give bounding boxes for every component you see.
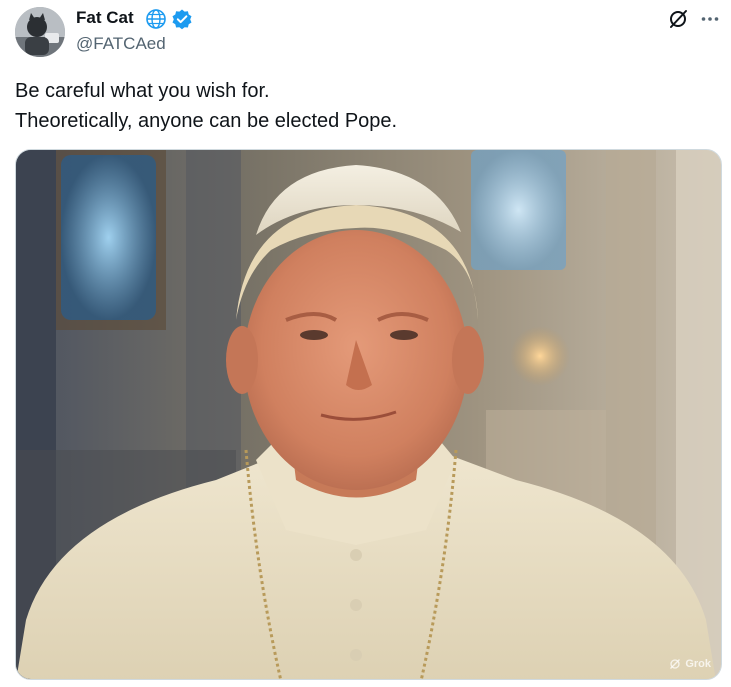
more-options-button[interactable] <box>697 6 723 32</box>
cat-avatar-icon <box>15 7 65 57</box>
tweet-text-line-1: Be careful what you wish for. <box>15 80 270 102</box>
avatar[interactable] <box>15 7 65 57</box>
tweet-text: Be careful what you wish for. Theoretica… <box>15 76 397 136</box>
tweet-media-image[interactable]: Grok <box>15 149 722 680</box>
watermark-label: Grok <box>685 658 711 670</box>
globe-icon <box>145 8 167 30</box>
grok-icon <box>670 659 681 669</box>
grok-slash-icon[interactable] <box>665 6 691 32</box>
author-handle[interactable]: @FATCAed <box>76 33 166 55</box>
author-display-name[interactable]: Fat Cat <box>76 7 134 29</box>
verified-badge-icon[interactable] <box>171 8 193 30</box>
photo-pope-portrait <box>16 150 721 679</box>
more-horizontal-icon <box>701 17 719 21</box>
tweet-text-line-2: Theoretically, anyone can be elected Pop… <box>15 110 398 132</box>
grok-watermark: Grok <box>669 658 711 670</box>
